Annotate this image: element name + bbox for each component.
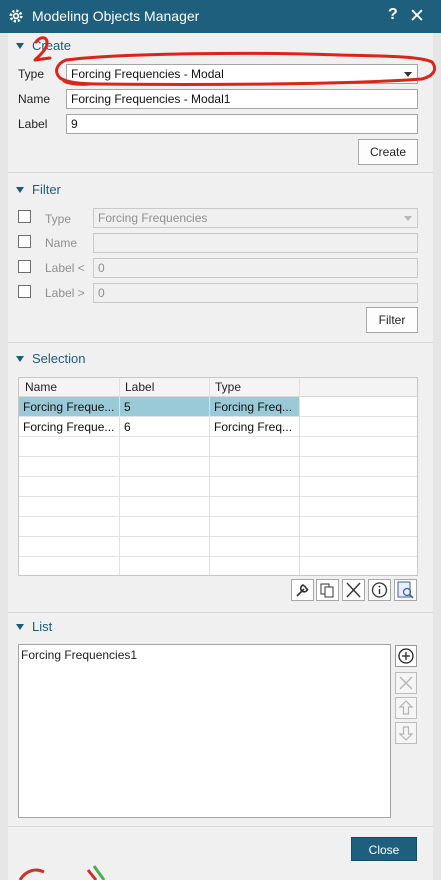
section-create-header[interactable]: Create <box>16 38 71 53</box>
wrench-icon <box>296 584 309 597</box>
filter-type-checkbox[interactable] <box>18 210 31 223</box>
cell-label: 5 <box>124 400 131 414</box>
empty-row <box>19 437 417 457</box>
type-dropdown[interactable]: Forcing Frequencies - Modal <box>66 64 418 84</box>
zoom-page-icon <box>397 581 414 599</box>
cell-type: Forcing Freq... <box>214 420 293 434</box>
filter-name-label: Name <box>45 236 78 250</box>
section-create-title: Create <box>32 38 72 53</box>
locate-button[interactable] <box>394 579 417 601</box>
filter-label-gt-checkbox[interactable] <box>18 285 31 298</box>
column-header-label[interactable]: Label <box>125 380 154 394</box>
section-filter-title: Filter <box>32 182 61 197</box>
help-button[interactable]: ? <box>388 6 398 24</box>
title-bar[interactable]: Modeling Objects Manager ? ✕ <box>0 0 441 33</box>
chevron-down-icon <box>404 72 412 77</box>
filter-label-lt-label: Label < <box>45 261 85 275</box>
section-list-title: List <box>32 619 53 634</box>
remove-icon <box>399 676 413 690</box>
create-button[interactable]: Create <box>358 139 418 165</box>
copy-button[interactable] <box>316 579 339 601</box>
add-icon <box>398 648 414 664</box>
table-row[interactable]: Forcing Freque... 6 Forcing Freq... <box>19 417 417 437</box>
cell-type: Forcing Freq... <box>214 400 293 414</box>
delete-icon <box>346 582 361 598</box>
window-title: Modeling Objects Manager <box>32 8 200 24</box>
collapse-triangle-icon <box>16 623 24 630</box>
column-divider <box>119 378 120 575</box>
type-label: Type <box>18 67 45 81</box>
filter-name-input[interactable] <box>93 233 418 253</box>
close-button[interactable]: Close <box>351 837 417 861</box>
column-header-name[interactable]: Name <box>25 380 57 394</box>
filter-name-checkbox[interactable] <box>18 235 31 248</box>
collapse-triangle-icon <box>16 186 24 193</box>
name-label: Name <box>18 92 51 106</box>
filter-label-lt-checkbox[interactable] <box>18 260 31 273</box>
name-input[interactable]: Forcing Frequencies - Modal1 <box>66 89 418 109</box>
filter-label-gt-label: Label > <box>45 286 85 300</box>
cell-label: 6 <box>124 420 131 434</box>
column-divider <box>299 378 300 575</box>
empty-row <box>19 497 417 517</box>
column-divider <box>209 378 210 575</box>
collapse-triangle-icon <box>16 42 24 49</box>
filter-label-lt-input[interactable]: 0 <box>93 258 418 278</box>
chevron-down-icon <box>404 216 412 221</box>
filter-type-dropdown[interactable]: Forcing Frequencies <box>93 208 418 228</box>
column-header-type[interactable]: Type <box>215 380 241 394</box>
label-label: Label <box>18 117 48 131</box>
empty-row <box>19 537 417 557</box>
window-close-button[interactable]: ✕ <box>409 5 425 28</box>
info-icon <box>371 582 388 598</box>
cell-name: Forcing Freque... <box>23 420 115 434</box>
filter-button[interactable]: Filter <box>366 307 418 333</box>
selection-table[interactable]: Name Label Type Forcing Freque... 5 Forc… <box>18 377 418 576</box>
collapse-triangle-icon <box>16 355 24 362</box>
add-button[interactable] <box>395 645 417 667</box>
section-selection-header[interactable]: Selection <box>16 351 85 366</box>
filter-label-gt-input[interactable]: 0 <box>93 283 418 303</box>
section-filter-header[interactable]: Filter <box>16 182 61 197</box>
label-input[interactable]: 9 <box>66 114 418 134</box>
section-divider <box>8 826 433 827</box>
empty-row <box>19 477 417 497</box>
section-list-header[interactable]: List <box>16 619 52 634</box>
move-up-button[interactable] <box>395 697 417 719</box>
type-dropdown-value: Forcing Frequencies - Modal <box>71 67 224 81</box>
gear-icon <box>9 9 23 23</box>
remove-button[interactable] <box>395 672 417 694</box>
move-down-button[interactable] <box>395 722 417 744</box>
filter-type-value: Forcing Frequencies <box>98 211 208 225</box>
edit-button[interactable] <box>291 579 314 601</box>
table-header: Name Label Type <box>19 378 417 397</box>
delete-button[interactable] <box>342 579 365 601</box>
section-divider <box>8 342 433 343</box>
list-item[interactable]: Forcing Frequencies1 <box>21 648 137 662</box>
objects-listbox[interactable]: Forcing Frequencies1 <box>18 644 391 818</box>
filter-type-label: Type <box>45 212 72 226</box>
table-row[interactable]: Forcing Freque... 5 Forcing Freq... <box>19 397 417 417</box>
cell-name: Forcing Freque... <box>23 400 115 414</box>
section-divider <box>8 612 433 613</box>
move-down-icon <box>398 726 414 741</box>
section-selection-title: Selection <box>32 351 86 366</box>
copy-icon <box>320 583 334 598</box>
empty-row <box>19 457 417 477</box>
move-up-icon <box>398 700 414 715</box>
empty-row <box>19 517 417 537</box>
section-divider <box>8 172 433 173</box>
info-button[interactable] <box>368 579 391 601</box>
